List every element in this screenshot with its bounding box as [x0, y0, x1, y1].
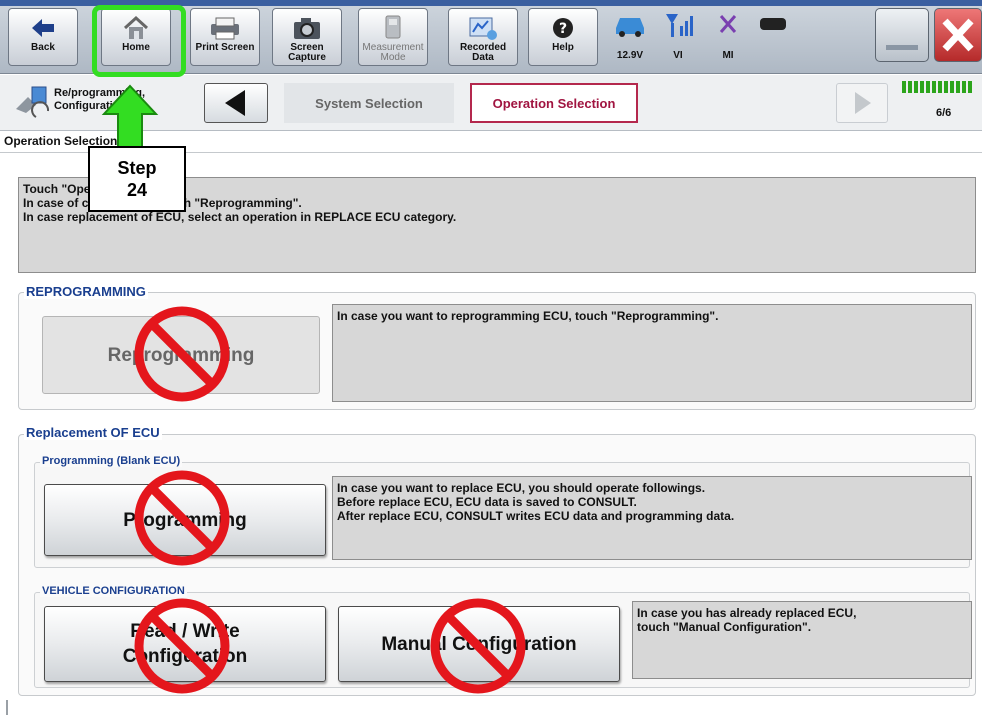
recorded-data-icon: [467, 13, 499, 43]
measurement-mode-label: Measurement Mode: [362, 42, 424, 63]
reprogramming-description: In case you want to reprogramming ECU, t…: [332, 304, 972, 402]
mi-disconnected-icon: [719, 15, 737, 33]
nav-forward-button[interactable]: [836, 83, 888, 123]
page-number: 6/6: [936, 107, 952, 119]
description-line: In case you has already replaced ECU,: [637, 606, 857, 620]
step-label: Step: [117, 158, 157, 178]
reprogramming-button[interactable]: Reprogramming: [42, 316, 320, 394]
reprogramming-title: REPROGRAMMING: [24, 284, 148, 299]
description-line: touch "Manual Configuration".: [637, 620, 812, 634]
screen-capture-label: Screen Capture: [288, 42, 326, 63]
status-area: 12.9V VI MI: [608, 10, 868, 66]
recorded-data-button[interactable]: Recorded Data: [448, 8, 518, 66]
screen-capture-button[interactable]: Screen Capture: [272, 8, 342, 66]
vi-status: VI: [658, 10, 698, 61]
help-label: Help: [552, 42, 574, 53]
minimize-icon: [886, 45, 918, 50]
page-indicator: 6/6: [900, 79, 980, 127]
svg-text:?: ?: [559, 21, 567, 37]
vehicle-config-description: In case you has already replaced ECU, to…: [632, 601, 972, 679]
breadcrumb-operation-selection[interactable]: Operation Selection: [470, 83, 638, 123]
print-screen-button[interactable]: Print Screen: [190, 8, 260, 66]
vi-label: VI: [673, 50, 683, 61]
back-arrow-icon: [30, 13, 56, 43]
back-button[interactable]: Back: [8, 8, 78, 66]
help-icon: ?: [551, 13, 575, 43]
mi-label: MI: [722, 50, 734, 61]
description-line: After replace ECU, CONSULT writes ECU da…: [337, 509, 735, 523]
read-write-label-line1: Read / Write: [130, 621, 240, 642]
breadcrumb-system-selection[interactable]: System Selection: [284, 83, 454, 123]
read-write-configuration-button[interactable]: Read / Write Configuration: [44, 606, 326, 682]
triangle-left-icon: [225, 90, 245, 116]
instruction-line: In case replacement of ECU, select an op…: [23, 210, 457, 224]
replacement-title: Replacement OF ECU: [24, 425, 162, 440]
meter-icon: [382, 13, 404, 43]
car-battery-icon: [616, 18, 644, 37]
close-button[interactable]: [934, 8, 982, 62]
home-highlight-box: [92, 5, 186, 77]
step-number: 24: [126, 180, 147, 200]
recorded-data-label: Recorded Data: [459, 42, 507, 63]
reprogramming-app-icon: [14, 83, 54, 123]
programming-button[interactable]: Programming: [44, 484, 326, 556]
minimize-button[interactable]: [875, 8, 929, 62]
description-line: In case you want to replace ECU, you sho…: [337, 481, 706, 495]
progress-bars: [902, 81, 972, 93]
measurement-mode-button[interactable]: Measurement Mode: [358, 8, 428, 66]
signal-icon: [666, 14, 693, 37]
vehicle-config-subtitle: VEHICLE CONFIGURATION: [40, 585, 187, 597]
triangle-right-icon: [855, 92, 871, 114]
left-edge-rule: [6, 700, 8, 715]
indicator-icon: [760, 18, 786, 30]
read-write-label-line2: Configuration: [122, 646, 248, 667]
help-button[interactable]: ? Help: [528, 8, 598, 66]
back-label: Back: [31, 42, 55, 53]
description-line: Before replace ECU, ECU data is saved to…: [337, 495, 637, 509]
printer-icon: [208, 13, 242, 43]
print-screen-label: Print Screen: [195, 42, 255, 53]
indicator-status: [754, 10, 794, 45]
close-icon: [942, 18, 974, 52]
battery-status: 12.9V: [610, 10, 650, 61]
programming-subtitle: Programming (Blank ECU): [40, 455, 183, 467]
camera-icon: [292, 13, 322, 43]
programming-description: In case you want to replace ECU, you sho…: [332, 476, 972, 560]
battery-voltage: 12.9V: [616, 50, 644, 61]
manual-configuration-button[interactable]: Manual Configuration: [338, 606, 620, 682]
nav-back-button[interactable]: [204, 83, 268, 123]
step-callout: Step 24: [88, 146, 186, 212]
mi-status: MI: [708, 10, 748, 61]
